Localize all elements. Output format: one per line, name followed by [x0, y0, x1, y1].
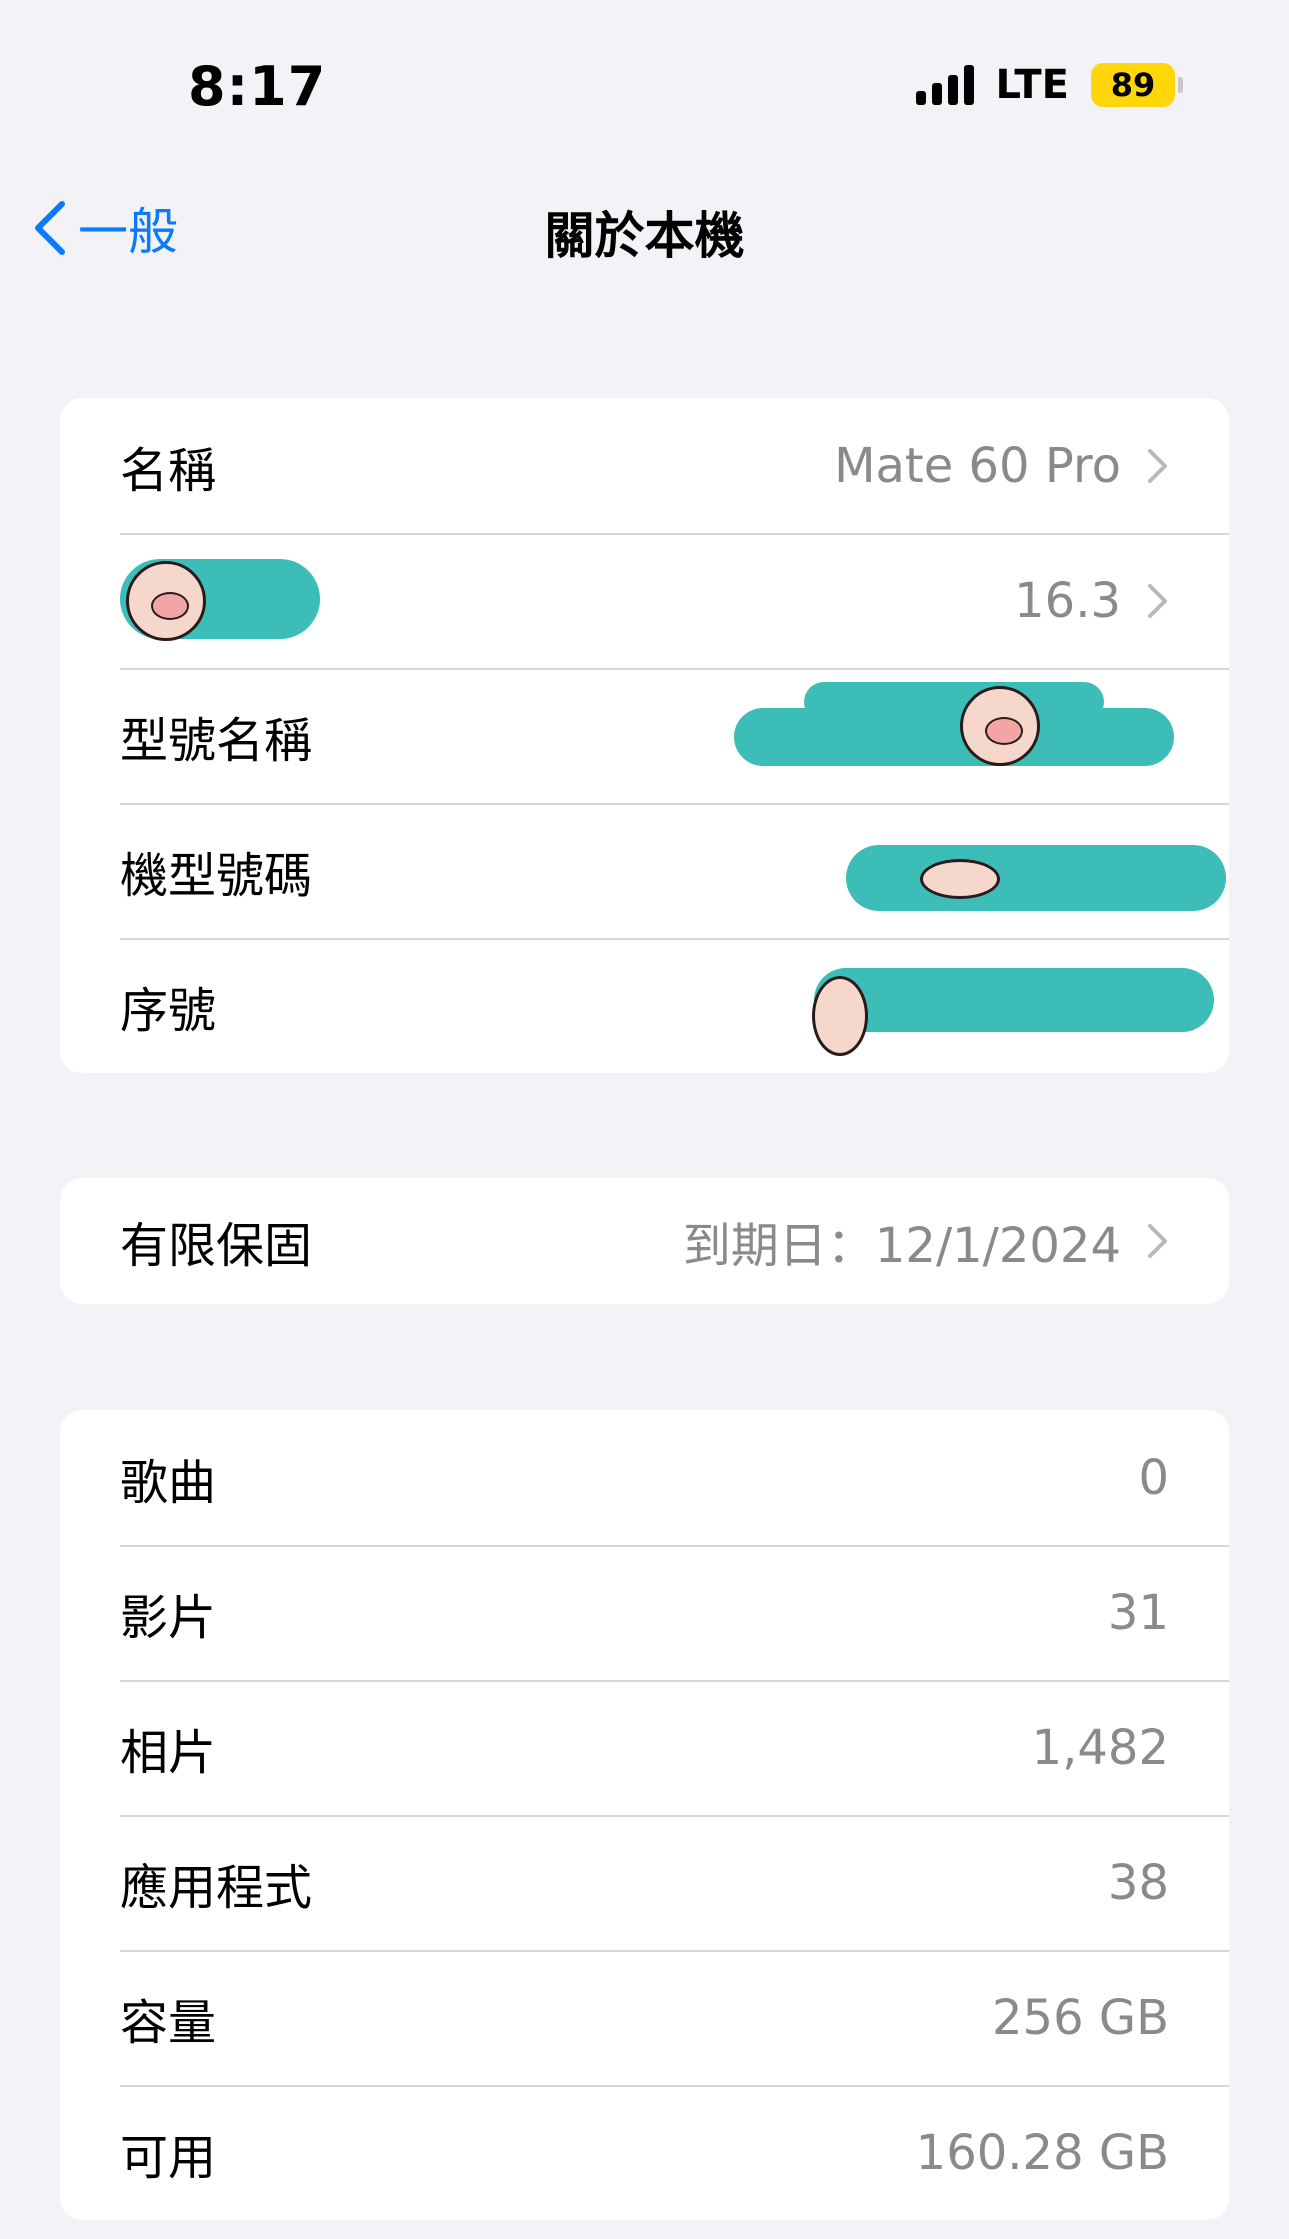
page-title: 關於本機 [544, 207, 745, 265]
row-label: 序號 [120, 982, 217, 1039]
row-label: 影片 [120, 1589, 217, 1646]
row-label: 型號名稱 [120, 712, 313, 769]
row-model-number: 機型號碼 [60, 803, 1229, 938]
carrier-label: LTE [995, 62, 1069, 108]
battery-cap [1178, 77, 1183, 93]
row-available: 可用 160.28 GB [60, 2085, 1229, 2220]
row-value: 16.3 [1014, 572, 1121, 629]
pig-sticker-icon [126, 561, 206, 641]
status-indicators: LTE 89 [915, 62, 1183, 108]
row-name[interactable]: 名稱 Mate 60 Pro [60, 398, 1229, 533]
row-value: 0 [1138, 1449, 1169, 1506]
row-label: 應用程式 [120, 1859, 313, 1916]
chevron-right-icon [1148, 583, 1167, 618]
row-videos: 影片 31 [60, 1545, 1229, 1680]
row-warranty[interactable]: 有限保固 到期日：12/1/2024 [60, 1178, 1229, 1304]
row-model-name: 型號名稱 [60, 668, 1229, 803]
redaction-scribble [814, 968, 1214, 1032]
row-serial-number: 序號 [60, 938, 1229, 1073]
row-value: 到期日：12/1/2024 [682, 1218, 1121, 1274]
row-value: 31 [1107, 1584, 1169, 1641]
row-photos: 相片 1,482 [60, 1680, 1229, 1815]
media-stats-group: 歌曲 0 影片 31 相片 1,482 應用程式 38 容量 256 GB 可用… [60, 1410, 1229, 2220]
chevron-right-icon [1148, 1224, 1167, 1258]
row-label: 可用 [120, 2129, 217, 2186]
row-value: 38 [1107, 1854, 1169, 1911]
redaction-scribble [846, 845, 1226, 911]
battery-icon: 89 [1091, 63, 1183, 107]
device-info-group: 名稱 Mate 60 Pro 16.3 型號名稱 機型號碼 序號 [60, 398, 1229, 1073]
status-time: 8:17 [188, 55, 327, 118]
row-label: 有限保固 [120, 1218, 313, 1274]
cellular-signal-icon [915, 65, 974, 105]
row-value: 160.28 GB [915, 2124, 1169, 2181]
pig-sticker-icon [812, 976, 868, 1056]
row-value: 256 GB [992, 1989, 1169, 2046]
row-label: 相片 [120, 1724, 217, 1781]
row-value: Mate 60 Pro [834, 437, 1121, 494]
row-label: 容量 [120, 1994, 217, 2051]
pig-sticker-icon [920, 859, 1000, 899]
row-value: 1,482 [1031, 1719, 1169, 1776]
row-capacity: 容量 256 GB [60, 1950, 1229, 2085]
row-ios-version[interactable]: 16.3 [60, 533, 1229, 668]
battery-level: 89 [1091, 63, 1175, 107]
row-applications: 應用程式 38 [60, 1815, 1229, 1950]
row-label: 名稱 [120, 442, 217, 499]
row-label: 歌曲 [120, 1454, 217, 1511]
warranty-group: 有限保固 到期日：12/1/2024 [60, 1178, 1229, 1304]
row-label: 機型號碼 [120, 847, 313, 904]
row-songs: 歌曲 0 [60, 1410, 1229, 1545]
pig-sticker-icon [960, 686, 1040, 766]
chevron-right-icon [1148, 448, 1167, 483]
status-bar: 8:17 LTE 89 [0, 0, 1289, 140]
redaction-scribble [804, 682, 1104, 722]
